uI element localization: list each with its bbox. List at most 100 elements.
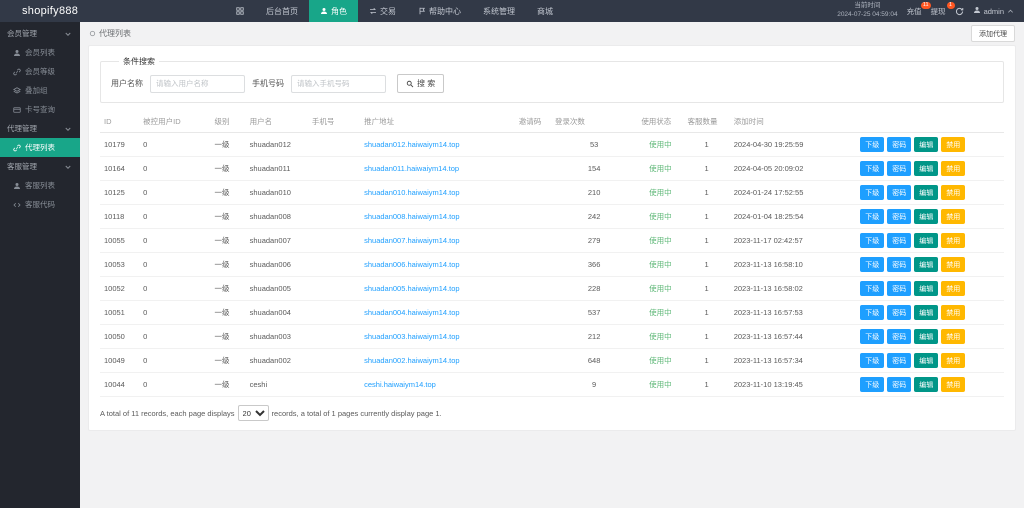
nav-item-grid[interactable] xyxy=(225,0,255,22)
promo-url-link[interactable]: ceshi.haiwaiym14.top xyxy=(364,380,436,389)
nav-item-label: 帮助中心 xyxy=(429,6,461,17)
sidebar-item-会员列表[interactable]: 会员列表 xyxy=(0,43,80,62)
action-button-编辑[interactable]: 编辑 xyxy=(914,305,938,320)
nav-item-帮助中心[interactable]: 帮助中心 xyxy=(407,0,472,22)
action-button-下级[interactable]: 下级 xyxy=(860,329,884,344)
action-button-下级[interactable]: 下级 xyxy=(860,137,884,152)
cell-level: 一级 xyxy=(210,373,245,397)
action-button-编辑[interactable]: 编辑 xyxy=(914,281,938,296)
action-button-禁用[interactable]: 禁用 xyxy=(941,353,965,368)
sidebar-group-label: 代理管理 xyxy=(7,123,37,134)
action-button-密码[interactable]: 密码 xyxy=(887,377,911,392)
promo-url-link[interactable]: shuadan011.haiwaiym14.top xyxy=(364,164,459,173)
action-button-密码[interactable]: 密码 xyxy=(887,209,911,224)
sidebar-group-客服管理[interactable]: 客服管理 xyxy=(0,157,80,176)
cell-promo-url: shuadan007.haiwaiym14.top xyxy=(360,229,515,253)
cell-level: 一级 xyxy=(210,253,245,277)
sidebar-group-会员管理[interactable]: 会员管理 xyxy=(0,24,80,43)
action-button-禁用[interactable]: 禁用 xyxy=(941,281,965,296)
table-row: 100530一级shuadan006shuadan006.haiwaiym14.… xyxy=(100,253,1004,277)
action-button-下级[interactable]: 下级 xyxy=(860,185,884,200)
action-button-密码[interactable]: 密码 xyxy=(887,257,911,272)
cell-added-time: 2023-11-13 16:57:44 xyxy=(730,325,857,349)
action-button-禁用[interactable]: 禁用 xyxy=(941,137,965,152)
col-header-手机号: 手机号 xyxy=(308,111,360,133)
action-button-编辑[interactable]: 编辑 xyxy=(914,233,938,248)
nav-item-商城[interactable]: 商城 xyxy=(526,0,564,22)
action-button-编辑[interactable]: 编辑 xyxy=(914,257,938,272)
action-button-禁用[interactable]: 禁用 xyxy=(941,257,965,272)
col-header-ID: ID xyxy=(100,111,139,133)
username-input[interactable] xyxy=(150,75,245,93)
action-button-密码[interactable]: 密码 xyxy=(887,185,911,200)
action-button-编辑[interactable]: 编辑 xyxy=(914,329,938,344)
action-button-禁用[interactable]: 禁用 xyxy=(941,329,965,344)
action-button-下级[interactable]: 下级 xyxy=(860,161,884,176)
promo-url-link[interactable]: shuadan005.haiwaiym14.top xyxy=(364,284,460,293)
action-button-密码[interactable]: 密码 xyxy=(887,281,911,296)
recharge-link[interactable]: 充值 11 xyxy=(907,6,922,17)
action-button-密码[interactable]: 密码 xyxy=(887,305,911,320)
action-button-下级[interactable]: 下级 xyxy=(860,353,884,368)
action-button-下级[interactable]: 下级 xyxy=(860,257,884,272)
promo-url-link[interactable]: shuadan002.haiwaiym14.top xyxy=(364,356,460,365)
action-button-下级[interactable]: 下级 xyxy=(860,209,884,224)
action-button-下级[interactable]: 下级 xyxy=(860,377,884,392)
sidebar-group-代理管理[interactable]: 代理管理 xyxy=(0,119,80,138)
add-agent-button[interactable]: 添加代理 xyxy=(971,25,1015,42)
cell-username: shuadan002 xyxy=(246,349,308,373)
sidebar-item-label: 卡号查询 xyxy=(25,104,55,115)
action-button-密码[interactable]: 密码 xyxy=(887,161,911,176)
cell-invite-code xyxy=(515,349,551,373)
action-button-编辑[interactable]: 编辑 xyxy=(914,377,938,392)
nav-item-交易[interactable]: 交易 xyxy=(358,0,407,22)
nav-item-后台首页[interactable]: 后台首页 xyxy=(255,0,309,22)
sidebar-item-客服列表[interactable]: 客服列表 xyxy=(0,176,80,195)
action-button-禁用[interactable]: 禁用 xyxy=(941,233,965,248)
table-row: 100550一级shuadan007shuadan007.haiwaiym14.… xyxy=(100,229,1004,253)
promo-url-link[interactable]: shuadan008.haiwaiym14.top xyxy=(364,212,460,221)
promo-url-link[interactable]: shuadan012.haiwaiym14.top xyxy=(364,140,460,149)
promo-url-link[interactable]: shuadan003.haiwaiym14.top xyxy=(364,332,460,341)
action-button-密码[interactable]: 密码 xyxy=(887,329,911,344)
phone-input[interactable] xyxy=(291,75,386,93)
action-button-禁用[interactable]: 禁用 xyxy=(941,161,965,176)
action-button-编辑[interactable]: 编辑 xyxy=(914,209,938,224)
search-button[interactable]: 搜 索 xyxy=(397,74,444,93)
promo-url-link[interactable]: shuadan007.haiwaiym14.top xyxy=(364,236,460,245)
promo-url-link[interactable]: shuadan006.haiwaiym14.top xyxy=(364,260,460,269)
user-menu[interactable]: admin xyxy=(973,6,1014,16)
action-button-禁用[interactable]: 禁用 xyxy=(941,305,965,320)
page-size-select[interactable]: 20 xyxy=(238,405,269,421)
nav-item-系统管理[interactable]: 系统管理 xyxy=(472,0,526,22)
action-button-密码[interactable]: 密码 xyxy=(887,137,911,152)
cell-phone xyxy=(308,301,360,325)
action-button-下级[interactable]: 下级 xyxy=(860,305,884,320)
sidebar-item-label: 客服列表 xyxy=(25,180,55,191)
refresh-icon[interactable] xyxy=(955,7,964,16)
sidebar-item-会员等级[interactable]: 会员等级 xyxy=(0,62,80,81)
action-button-密码[interactable]: 密码 xyxy=(887,353,911,368)
action-button-禁用[interactable]: 禁用 xyxy=(941,209,965,224)
promo-url-link[interactable]: shuadan004.haiwaiym14.top xyxy=(364,308,460,317)
card-icon xyxy=(13,106,21,114)
action-button-编辑[interactable]: 编辑 xyxy=(914,185,938,200)
action-button-下级[interactable]: 下级 xyxy=(860,233,884,248)
nav-item-角色[interactable]: 角色 xyxy=(309,0,358,22)
action-button-禁用[interactable]: 禁用 xyxy=(941,185,965,200)
cell-invite-code xyxy=(515,325,551,349)
action-button-编辑[interactable]: 编辑 xyxy=(914,137,938,152)
action-button-编辑[interactable]: 编辑 xyxy=(914,161,938,176)
action-button-密码[interactable]: 密码 xyxy=(887,233,911,248)
sidebar-item-叠加组[interactable]: 叠加组 xyxy=(0,81,80,100)
action-button-下级[interactable]: 下级 xyxy=(860,281,884,296)
recharge-badge: 11 xyxy=(921,2,931,9)
promo-url-link[interactable]: shuadan010.haiwaiym14.top xyxy=(364,188,460,197)
withdraw-link[interactable]: 提现 1 xyxy=(931,6,946,17)
sidebar-item-卡号查询[interactable]: 卡号查询 xyxy=(0,100,80,119)
table-row: 100490一级shuadan002shuadan002.haiwaiym14.… xyxy=(100,349,1004,373)
action-button-编辑[interactable]: 编辑 xyxy=(914,353,938,368)
action-button-禁用[interactable]: 禁用 xyxy=(941,377,965,392)
sidebar-item-客服代码[interactable]: 客服代码 xyxy=(0,195,80,214)
sidebar-item-代理列表[interactable]: 代理列表 xyxy=(0,138,80,157)
